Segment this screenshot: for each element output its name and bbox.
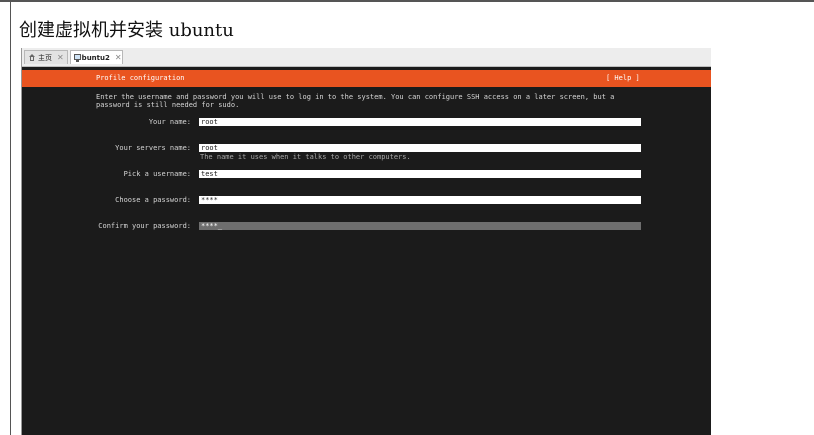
username-input[interactable]: test <box>199 170 641 178</box>
top-divider <box>0 0 814 2</box>
installer-title: Profile configuration <box>96 74 185 82</box>
tab-ubuntu2-label: Ubuntu2 <box>76 53 110 62</box>
installer-header: Profile configuration [ Help ] <box>22 70 711 87</box>
password-label: Choose a password: <box>115 196 191 204</box>
document-page: 创建虚拟机并安装 ubuntu 主页 ✕ Ubuntu2 ✕ Profile c… <box>0 0 814 435</box>
page-heading: 创建虚拟机并安装 ubuntu <box>19 20 234 41</box>
home-icon <box>28 53 36 62</box>
server-name-label: Your servers name: <box>115 144 191 152</box>
server-name-hint: The name it uses when it talks to other … <box>200 153 411 161</box>
server-name-input[interactable]: root <box>199 144 641 152</box>
your-name-label: Your name: <box>148 118 191 126</box>
tab-home[interactable]: 主页 ✕ <box>24 50 68 64</box>
left-divider <box>10 0 11 435</box>
vm-window: 主页 ✕ Ubuntu2 ✕ Profile configuration [ H… <box>21 48 711 435</box>
vm-tabbar: 主页 ✕ Ubuntu2 ✕ <box>22 48 711 67</box>
tab-ubuntu2[interactable]: Ubuntu2 ✕ <box>70 50 123 64</box>
tab-home-label: 主页 <box>38 53 52 62</box>
confirm-password-label: Confirm your password: <box>98 222 191 230</box>
confirm-password-input[interactable]: ****_ <box>199 222 641 230</box>
username-label: Pick a username: <box>123 170 191 178</box>
installer-intro-text: Enter the username and password you will… <box>96 93 615 109</box>
password-input[interactable]: **** <box>199 196 641 204</box>
close-icon[interactable]: ✕ <box>115 53 122 62</box>
your-name-input[interactable]: root <box>199 118 641 126</box>
close-icon[interactable]: ✕ <box>57 53 64 62</box>
help-button[interactable]: [ Help ] <box>606 74 640 82</box>
vm-screen[interactable]: Profile configuration [ Help ] Enter the… <box>22 67 711 435</box>
